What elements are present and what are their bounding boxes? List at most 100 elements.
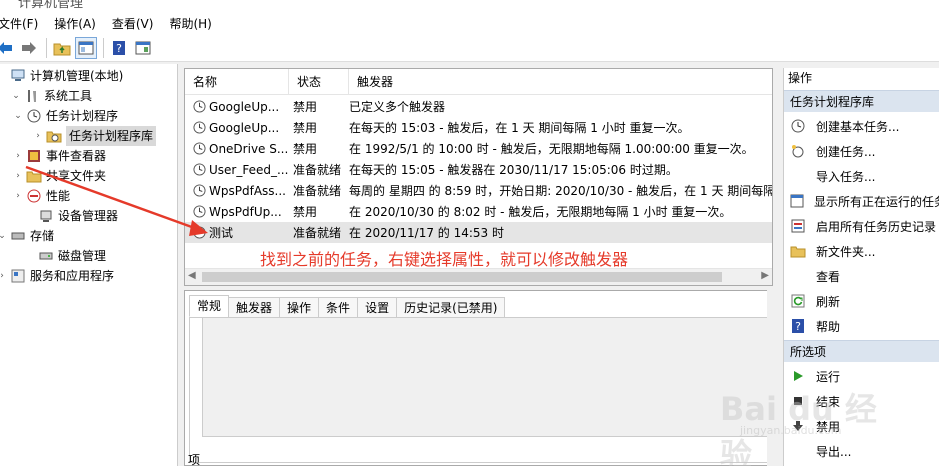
- action-item[interactable]: 创建基本任务...: [784, 114, 939, 138]
- help-book-icon: ?: [113, 40, 125, 55]
- vertical-scrollbar[interactable]: [767, 288, 773, 466]
- task-name: OneDrive S...: [209, 141, 289, 156]
- menu-view[interactable]: 查看(V): [112, 14, 162, 34]
- svg-text:?: ?: [795, 320, 801, 333]
- tree-node-task-library[interactable]: › 任务计划程序库: [32, 126, 157, 146]
- table-row[interactable]: WpsPdfUp... 禁用 在 2020/10/30 的 8:02 时 - 触发后…: [185, 201, 772, 222]
- action-item[interactable]: 刷新: [784, 289, 939, 313]
- tree-label: 系统工具: [44, 89, 93, 103]
- column-header-name[interactable]: 名称: [185, 69, 289, 95]
- collapse-arrow-icon[interactable]: ⌄: [10, 86, 22, 106]
- task-status: 禁用: [293, 121, 318, 135]
- task-trigger: 已定义多个触发器: [349, 100, 446, 114]
- table-row[interactable]: WpsPdfAss... 准备就绪 每周的 星期四 的 8:59 时，开始日期: 2…: [185, 180, 772, 201]
- tree-node-performance[interactable]: › 性能: [12, 186, 70, 206]
- table-row[interactable]: User_Feed_... 准备就绪 在每天的 15:05 - 触发器在 2030/…: [185, 159, 772, 180]
- tree-label: 事件查看器: [46, 149, 107, 163]
- tree-node-device-manager[interactable]: 设备管理器: [24, 206, 118, 226]
- action-item[interactable]: 创建任务...: [784, 139, 939, 163]
- task-name: User_Feed_...: [209, 162, 289, 177]
- table-row[interactable]: GoogleUp... 禁用 在每天的 15:03 - 触发后，在 1 天 期间每隔…: [185, 117, 772, 138]
- table-row[interactable]: OneDrive S... 禁用 在 1992/5/1 的 10:00 时 - 触发…: [185, 138, 772, 159]
- task-clock-icon: [193, 163, 206, 176]
- actions-title: 操作: [784, 68, 939, 88]
- action-item[interactable]: ? 帮助: [784, 314, 939, 338]
- task-clock-icon: [193, 121, 206, 134]
- help-button[interactable]: ?: [108, 37, 130, 59]
- tree-node-root[interactable]: 计算机管理(本地): [0, 66, 123, 86]
- tree-node-shared-folders[interactable]: › 共享文件夹: [12, 166, 106, 186]
- description-box[interactable]: [202, 317, 768, 437]
- action-item[interactable]: 导出...: [784, 439, 939, 463]
- action-label: 查看: [816, 269, 841, 284]
- task-trigger: 在每天的 15:03 - 触发后，在 1 天 期间每隔 1 小时 重复一次。: [349, 121, 690, 135]
- table-row[interactable]: 测试 准备就绪在 2020/11/17 的 14:53 时: [185, 222, 772, 243]
- tab-history[interactable]: 历史记录(已禁用): [396, 297, 506, 317]
- task-trigger: 每周的 星期四 的 8:59 时，开始日期: 2020/10/30 - 触发后，…: [349, 184, 772, 198]
- tree-node-storage[interactable]: ⌄ 存储: [0, 226, 54, 246]
- tab-triggers[interactable]: 触发器: [228, 297, 281, 317]
- actions-section-selected[interactable]: 所选项: [784, 340, 939, 362]
- tab-conditions[interactable]: 条件: [318, 297, 359, 317]
- action-label: 运行: [816, 369, 841, 384]
- task-trigger: 在 2020/10/30 的 8:02 时 - 触发后，无限期地每隔 1 小时 …: [349, 205, 732, 219]
- column-header-trigger[interactable]: 触发器: [349, 69, 772, 95]
- action-item[interactable]: 显示所有正在运行的任务: [784, 189, 939, 213]
- task-name-cell: GoogleUp...: [185, 100, 289, 114]
- column-header-status[interactable]: 状态: [289, 69, 349, 95]
- expand-arrow-icon[interactable]: ›: [32, 126, 44, 146]
- show-hide-tree-button[interactable]: [75, 36, 97, 59]
- task-name-cell: WpsPdfUp...: [185, 205, 289, 219]
- scroll-left-icon[interactable]: ◀: [188, 270, 196, 281]
- action-item[interactable]: 结束: [784, 389, 939, 413]
- task-trigger: 在 1992/5/1 的 10:00 时 - 触发后，无限期地每隔 1.00:0…: [349, 142, 754, 156]
- menu-help[interactable]: 帮助(H): [169, 14, 219, 34]
- tree-node-system-tools[interactable]: ⌄ 系统工具: [10, 86, 92, 106]
- task-status: 准备就绪: [293, 163, 342, 177]
- collapse-arrow-icon[interactable]: ⌄: [12, 106, 24, 126]
- task-name-cell: WpsPdfAss...: [185, 184, 289, 198]
- scroll-right-icon[interactable]: ▶: [761, 270, 769, 281]
- tree-node-disk-management[interactable]: 磁盘管理: [24, 246, 106, 266]
- tree-label: 任务计划程序库: [66, 126, 157, 146]
- forward-button[interactable]: [18, 37, 40, 59]
- event-viewer-icon: [26, 148, 42, 164]
- tree-node-services-apps[interactable]: › 服务和应用程序: [0, 266, 114, 286]
- tree-node-task-scheduler[interactable]: ⌄ 任务计划程序: [12, 106, 118, 126]
- up-folder-button[interactable]: [51, 37, 73, 59]
- tab-general[interactable]: 常规: [189, 295, 230, 317]
- task-status: 禁用: [293, 142, 318, 156]
- action-item[interactable]: 运行: [784, 364, 939, 388]
- scrollbar-thumb[interactable]: [202, 272, 722, 282]
- task-name-cell: GoogleUp...: [185, 121, 289, 135]
- tree-label: 共享文件夹: [46, 169, 107, 183]
- computer-icon: [10, 68, 26, 84]
- action-label: 导出...: [816, 444, 852, 459]
- action-item[interactable]: 新文件夹...: [784, 239, 939, 263]
- action-item[interactable]: 禁用: [784, 414, 939, 438]
- table-row[interactable]: GoogleUp... 禁用 已定义多个触发器: [185, 96, 772, 117]
- task-trigger: 在 2020/11/17 的 14:53 时: [349, 226, 505, 240]
- collapse-arrow-icon[interactable]: ⌄: [0, 226, 8, 246]
- menu-file[interactable]: 文件(F): [0, 14, 46, 34]
- show-action-pane-button[interactable]: [132, 37, 154, 59]
- expand-arrow-icon[interactable]: ›: [12, 166, 24, 186]
- folder-up-icon: [53, 43, 71, 55]
- task-name: 测试: [209, 226, 234, 240]
- action-item[interactable]: 导入任务...: [784, 164, 939, 188]
- actions-section-library[interactable]: 任务计划程序库: [784, 90, 939, 112]
- expand-arrow-icon[interactable]: ›: [12, 146, 24, 166]
- expand-arrow-icon[interactable]: ›: [0, 266, 8, 286]
- expand-arrow-icon[interactable]: ›: [12, 186, 24, 206]
- action-item[interactable]: 查看: [784, 264, 939, 288]
- back-button[interactable]: [0, 37, 16, 59]
- action-item[interactable]: 启用所有任务历史记录: [784, 214, 939, 238]
- action-label: 刷新: [816, 294, 841, 309]
- horizontal-scrollbar[interactable]: ◀ ▶: [185, 268, 772, 285]
- tab-actions[interactable]: 操作: [279, 297, 320, 317]
- task-status: 禁用: [293, 100, 318, 114]
- tab-settings[interactable]: 设置: [357, 297, 398, 317]
- run-icon: [790, 368, 806, 384]
- tree-node-event-viewer[interactable]: › 事件查看器: [12, 146, 106, 166]
- menu-action[interactable]: 操作(A): [54, 14, 104, 34]
